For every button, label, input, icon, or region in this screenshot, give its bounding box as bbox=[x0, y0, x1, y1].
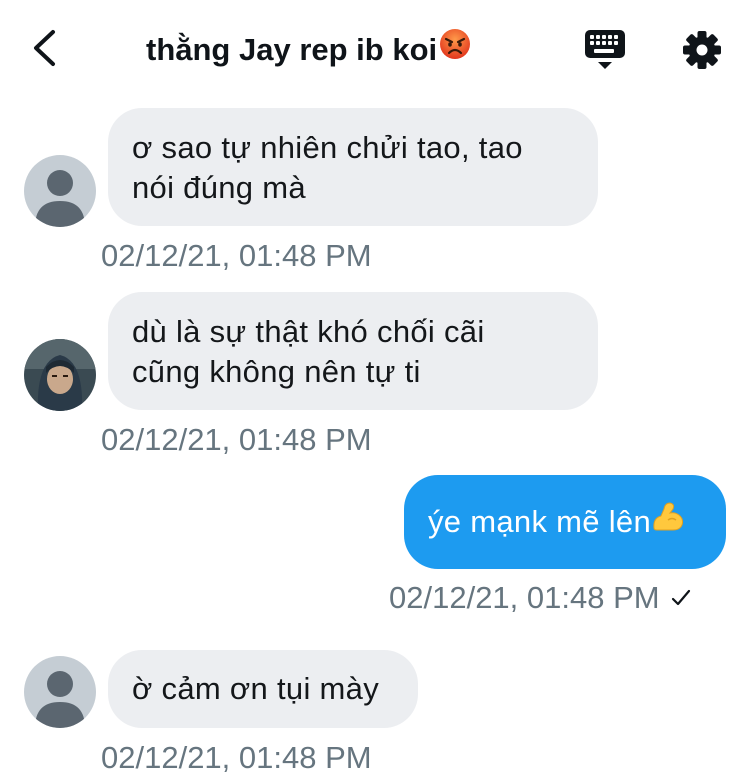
chevron-left-icon bbox=[34, 30, 55, 66]
message-line: dù là sự thật khó chối cãi bbox=[132, 314, 485, 349]
settings-button[interactable] bbox=[680, 28, 724, 72]
message-bubble[interactable]: ờ cảm ơn tụi mày bbox=[108, 650, 418, 728]
angry-face-emoji bbox=[439, 28, 471, 70]
default-avatar-icon bbox=[24, 155, 96, 227]
checkmark-icon bbox=[670, 578, 692, 618]
message-line: ơ sao tự nhiên chửi tao, tao bbox=[132, 130, 523, 165]
message-timestamp: 02/12/21, 01:48 PM bbox=[101, 740, 372, 775]
flexed-biceps-emoji bbox=[651, 500, 685, 542]
message-bubble[interactable]: ơ sao tự nhiên chửi tao, tao nói đúng mà bbox=[108, 108, 598, 226]
message-timestamp: 02/12/21, 01:48 PM bbox=[101, 238, 372, 273]
avatar[interactable] bbox=[24, 339, 96, 411]
message-timestamp: 02/12/21, 01:48 PM bbox=[389, 578, 692, 618]
message-line: ờ cảm ơn tụi mày bbox=[132, 671, 380, 706]
message-bubble[interactable]: dù là sự thật khó chối cãi cũng không nê… bbox=[108, 292, 598, 410]
avatar[interactable] bbox=[24, 155, 96, 227]
message-timestamp-text: 02/12/21, 01:48 PM bbox=[389, 580, 660, 615]
default-avatar-icon bbox=[24, 656, 96, 728]
message-line: nói đúng mà bbox=[132, 170, 306, 205]
photo-avatar-icon bbox=[24, 339, 96, 411]
back-button[interactable] bbox=[26, 26, 66, 70]
avatar[interactable] bbox=[24, 656, 96, 728]
keyboard-button[interactable] bbox=[584, 28, 628, 72]
keyboard-icon bbox=[585, 30, 625, 69]
chat-header: thằng Jay rep ib koi bbox=[0, 0, 750, 96]
conversation-title[interactable]: thằng Jay rep ib koi bbox=[146, 28, 471, 70]
conversation-title-text: thằng Jay rep ib koi bbox=[146, 32, 438, 67]
message-text: ýe mạnk mẽ lên bbox=[428, 504, 652, 539]
message-bubble-outgoing[interactable]: ýe mạnk mẽ lên bbox=[404, 475, 726, 569]
message-line: cũng không nên tự ti bbox=[132, 354, 421, 389]
gear-icon bbox=[683, 31, 721, 69]
message-timestamp: 02/12/21, 01:48 PM bbox=[101, 422, 372, 457]
